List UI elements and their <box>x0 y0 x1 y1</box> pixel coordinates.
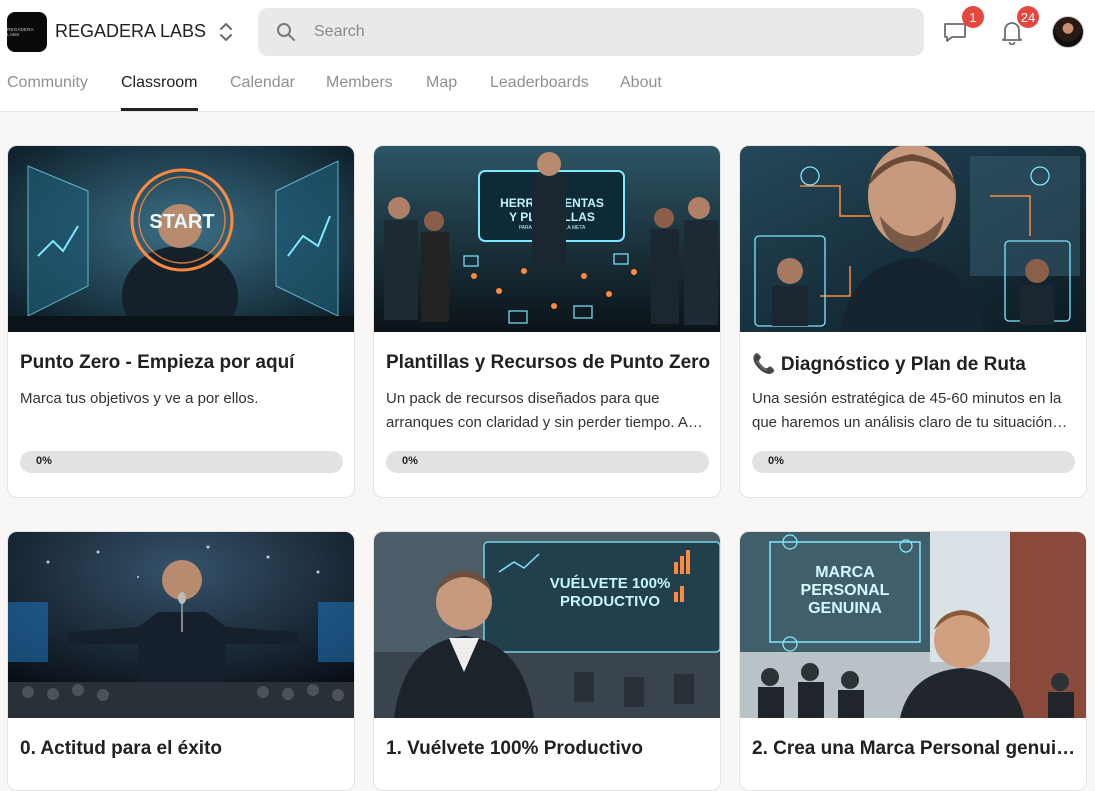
course-thumbnail <box>740 146 1086 332</box>
progress-label: 0% <box>402 455 418 467</box>
thumb-start-text: START <box>149 211 214 233</box>
course-title: 📞 Diagnóstico y Plan de Ruta <box>752 354 1026 375</box>
course-card[interactable]: HERRAMIEENTASY PLANTILLAS PARA CONSEGUIR… <box>373 145 721 498</box>
course-card[interactable]: 📞 Diagnóstico y Plan de Ruta Una sesión … <box>739 145 1087 498</box>
course-progress-bar: 0% <box>20 451 343 473</box>
course-card[interactable]: VUÉLVETE 100% PRODUCTIVO 1. Vuélvete 100%… <box>373 531 721 791</box>
course-thumbnail: HERRAMIEENTASY PLANTILLAS PARA CONSEGUIR… <box>374 146 720 332</box>
notifications-badge: 24 <box>1017 6 1039 28</box>
course-thumbnail: MARCA PERSONAL GENUINA <box>740 532 1086 718</box>
thumb-productivo-line: PRODUCTIVO <box>560 593 660 610</box>
tab-about[interactable]: About <box>620 74 662 92</box>
course-progress-bar: 0% <box>752 451 1075 473</box>
course-title: Punto Zero - Empieza por aquí <box>20 352 295 373</box>
course-description: Una sesión estratégica de 45-60 minutos … <box>752 390 1062 431</box>
tab-calendar[interactable]: Calendar <box>230 74 295 92</box>
course-card[interactable]: MARCA PERSONAL GENUINA 2. Crea una Marca P… <box>739 531 1087 791</box>
search-icon <box>276 22 296 42</box>
tab-leaderboards[interactable]: Leaderboards <box>490 74 589 92</box>
group-name[interactable]: REGADERA LABS <box>55 21 206 42</box>
active-tab-indicator <box>121 108 198 111</box>
course-thumbnail <box>8 532 354 718</box>
course-title: 2. Crea una Marca Personal genuina <box>752 738 1077 759</box>
user-avatar[interactable] <box>1052 16 1084 48</box>
top-header: REGADERA LABS REGADERA LABS 1 24 Communi… <box>0 0 1095 112</box>
tab-map[interactable]: Map <box>426 74 457 92</box>
logo-text: REGADERA LABS <box>7 27 34 37</box>
chat-badge: 1 <box>962 6 984 28</box>
group-logo[interactable]: REGADERA LABS <box>7 12 47 52</box>
thumb-productivo-line: VUÉLVETE 100% <box>550 575 671 592</box>
group-switcher-icon[interactable] <box>216 20 236 44</box>
course-thumbnail: START <box>8 146 354 332</box>
tab-community[interactable]: Community <box>7 74 88 92</box>
course-title: 0. Actitud para el éxito <box>20 738 223 759</box>
course-card[interactable]: START Punto Zero - Empieza por aquí Marc… <box>7 145 355 498</box>
thumb-productivo-text: VUÉLVETE 100% PRODUCTIVO <box>550 575 671 610</box>
search-input[interactable] <box>314 20 904 44</box>
tab-classroom[interactable]: Classroom <box>121 74 197 92</box>
thumb-marca-line: MARCA <box>815 564 875 581</box>
course-description: Un pack de recursos diseñados para que a… <box>386 390 709 431</box>
course-card[interactable]: 0. Actitud para el éxito <box>7 531 355 791</box>
course-progress-bar: 0% <box>386 451 709 473</box>
thumb-marca-line: GENUINA <box>808 600 882 617</box>
progress-label: 0% <box>36 455 52 467</box>
course-description: Marca tus objetivos y ve a por ellos. <box>20 390 259 407</box>
course-title: 1. Vuélvete 100% Productivo <box>386 738 643 759</box>
course-title: Plantillas y Recursos de Punto Zero <box>386 352 711 373</box>
thumb-marca-line: PERSONAL <box>801 582 890 599</box>
course-thumbnail: VUÉLVETE 100% PRODUCTIVO <box>374 532 720 718</box>
progress-label: 0% <box>768 455 784 467</box>
tab-members[interactable]: Members <box>326 74 393 92</box>
